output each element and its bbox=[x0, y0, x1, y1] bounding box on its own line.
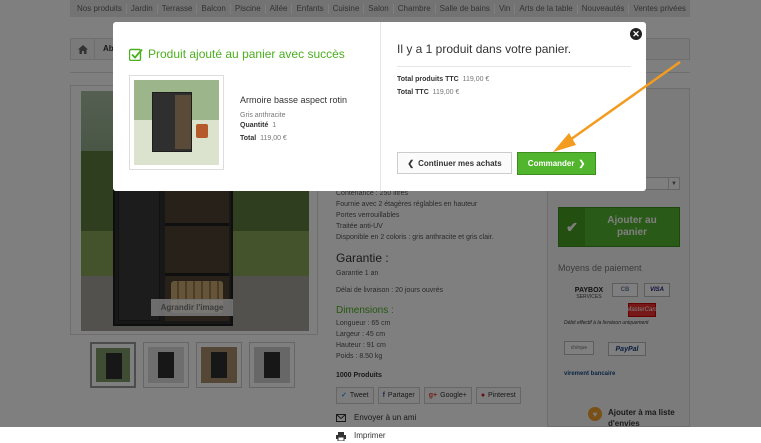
add-to-cart-modal: Produit ajouté au panier avec succès Arm… bbox=[113, 22, 646, 191]
modal-product-image bbox=[129, 75, 224, 170]
total-products-row: Total produits TTC 119,00 € bbox=[397, 76, 490, 83]
check-square-icon bbox=[129, 48, 143, 61]
chevron-right-icon: ❯ bbox=[578, 159, 586, 168]
success-heading: Produit ajouté au panier avec succès bbox=[129, 47, 345, 61]
total-ttc-row: Total TTC 119,00 € bbox=[397, 89, 460, 96]
divider bbox=[397, 66, 631, 67]
modal-product-name: Armoire basse aspect rotin bbox=[240, 95, 348, 105]
print-link[interactable]: Imprimer bbox=[336, 429, 536, 443]
modal-total: Total 119,00 € bbox=[240, 135, 287, 142]
modal-product-attributes: Gris anthracite bbox=[240, 112, 286, 119]
printer-icon bbox=[336, 431, 346, 441]
continue-shopping-button[interactable]: ❮ Continuer mes achats bbox=[397, 152, 512, 174]
modal-quantity: Quantité 1 bbox=[240, 122, 277, 129]
chevron-left-icon: ❮ bbox=[407, 158, 415, 168]
close-icon[interactable]: ✕ bbox=[629, 27, 643, 41]
modal-product-panel: Produit ajouté au panier avec succès Arm… bbox=[113, 22, 381, 191]
product-page: Nos produits Jardin Terrasse Balcon Pisc… bbox=[0, 0, 761, 441]
order-button[interactable]: Commander ❯ bbox=[517, 152, 596, 175]
cart-summary-title: Il y a 1 produit dans votre panier. bbox=[397, 42, 572, 56]
